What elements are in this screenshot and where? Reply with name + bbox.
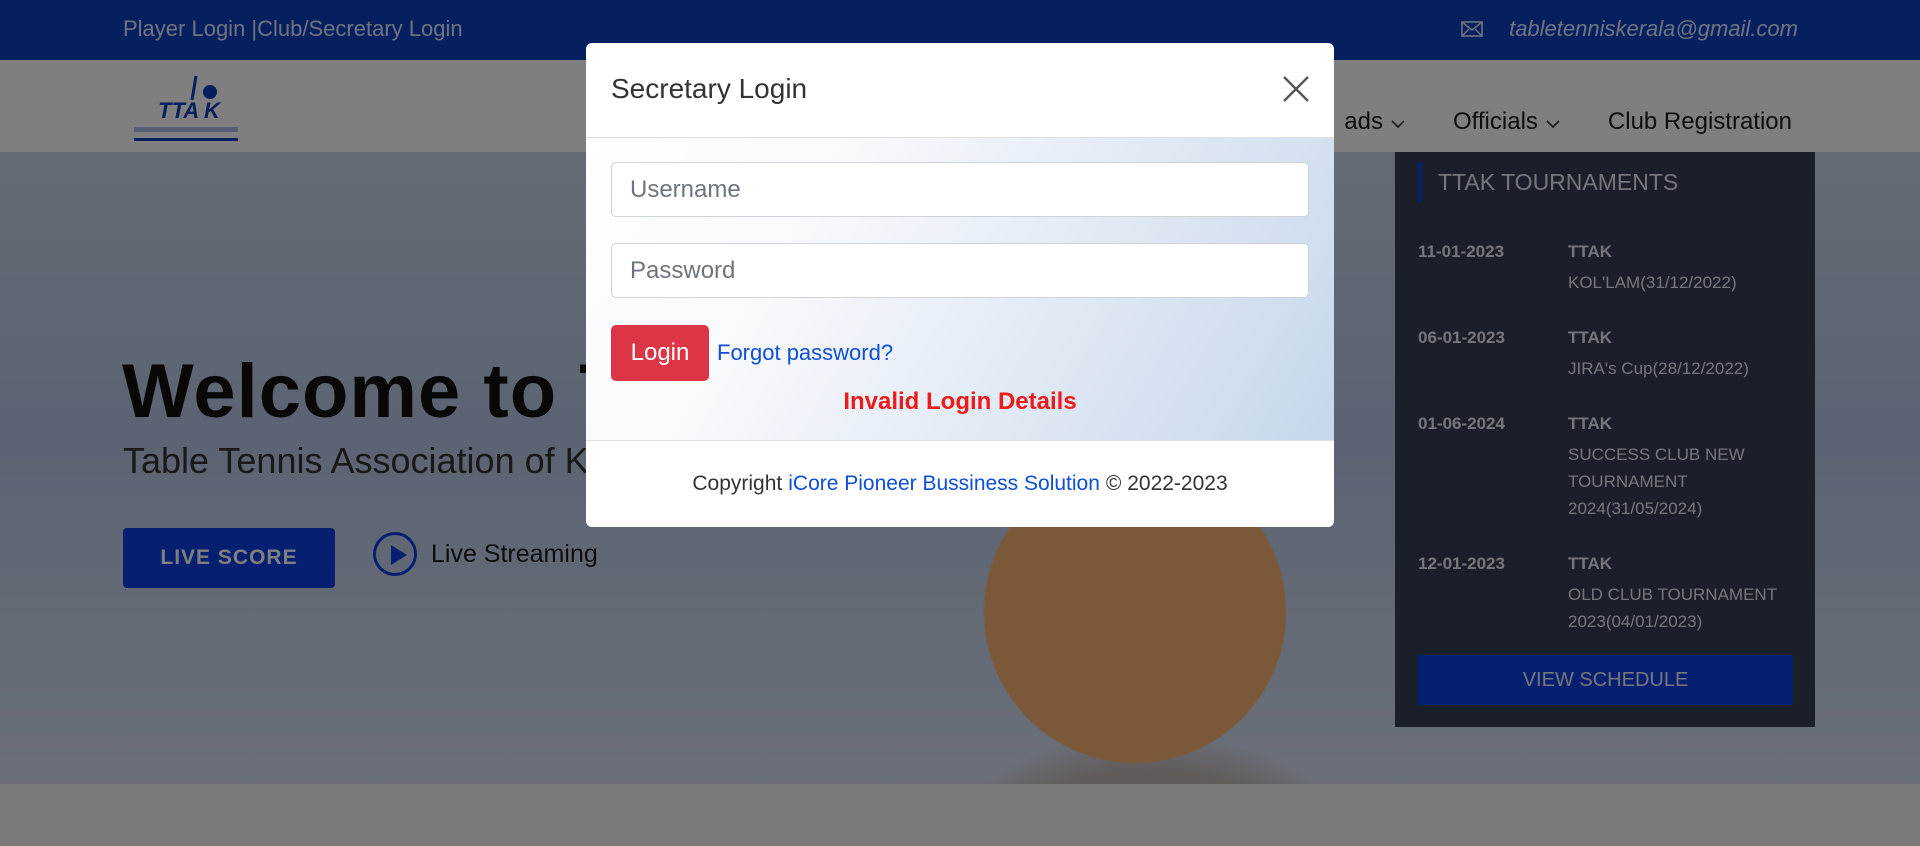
error-message: Invalid Login Details [843, 388, 1077, 415]
password-input[interactable] [611, 243, 1309, 298]
close-button[interactable] [1280, 73, 1312, 105]
company-link[interactable]: iCore Pioneer Bussiness Solution [788, 472, 1100, 496]
login-button[interactable]: Login [611, 325, 709, 381]
secretary-login-modal: Secretary Login Login Forgot password? I… [586, 43, 1334, 527]
copyright-prefix: Copyright [692, 472, 783, 495]
modal-footer: Copyright iCore Pioneer Bussiness Soluti… [586, 441, 1334, 527]
copyright-suffix: © 2022-2023 [1105, 472, 1228, 495]
modal-body: Login Forgot password? Invalid Login Det… [586, 138, 1334, 441]
username-input[interactable] [611, 162, 1309, 217]
forgot-password-link[interactable]: Forgot password? [717, 340, 893, 366]
close-icon [1283, 76, 1309, 102]
modal-title: Secretary Login [611, 73, 808, 104]
modal-header: Secretary Login [586, 43, 1334, 138]
